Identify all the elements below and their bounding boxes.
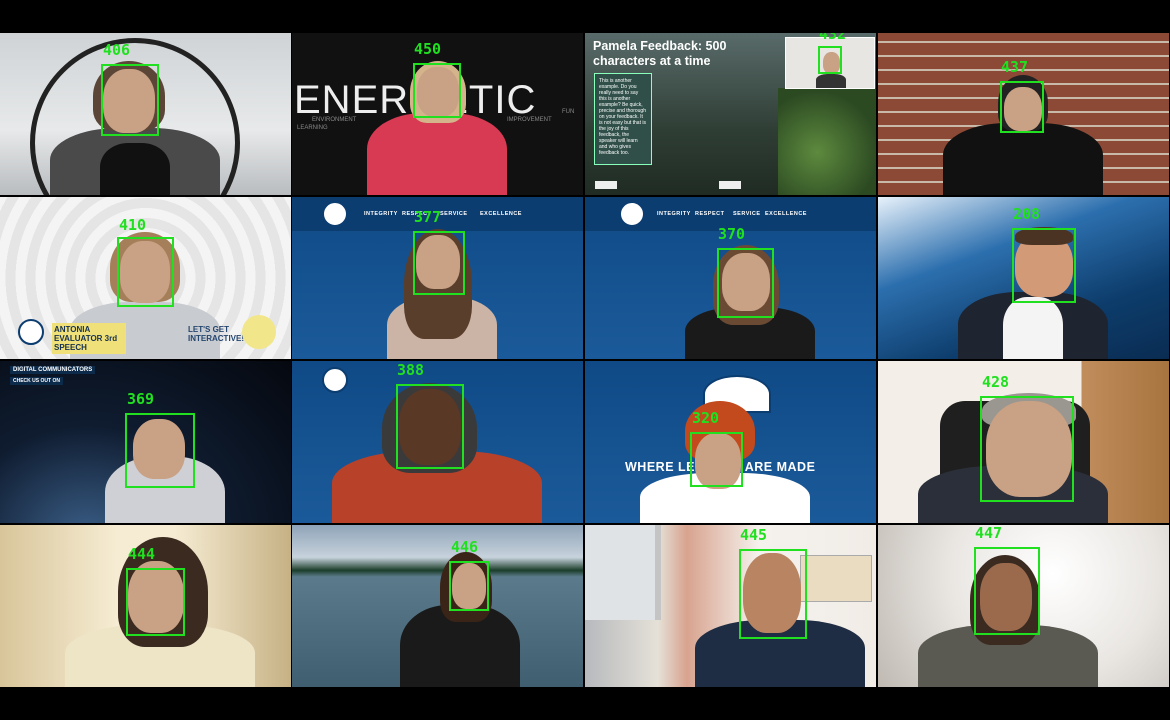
- face-box: [126, 568, 185, 636]
- participant-tile-388[interactable]: 388: [292, 361, 583, 523]
- bulb-icon: [242, 315, 276, 349]
- participant-tile-445[interactable]: 445: [585, 525, 876, 687]
- face-box: [101, 64, 159, 136]
- participant-tile-320[interactable]: WHERE LEADERS ARE MADE 320: [585, 361, 876, 523]
- toastmasters-logo: [619, 201, 645, 227]
- face-box: [449, 561, 489, 611]
- face-box: [413, 231, 465, 295]
- face-id-label: 208: [1013, 205, 1041, 223]
- face-id-label: 320: [692, 409, 720, 427]
- face-id-label: 369: [127, 390, 155, 408]
- face-box: [413, 63, 461, 118]
- person-body: [367, 113, 507, 195]
- participant-tile-369[interactable]: DIGITAL COMMUNICATORS CHECK US OUT ON 36…: [0, 361, 291, 523]
- face-box: [980, 396, 1074, 502]
- participant-tile-444[interactable]: 444: [0, 525, 291, 687]
- face-box: [396, 384, 464, 469]
- face-box: [125, 413, 195, 488]
- person-body: [943, 123, 1103, 195]
- participant-tile-208[interactable]: 208: [878, 197, 1169, 359]
- face-box: [1000, 81, 1044, 133]
- face-id-label: 428: [982, 373, 1010, 391]
- face-id-label: 377: [414, 208, 442, 226]
- face-id-label: 406: [103, 41, 131, 59]
- face-id-label: 446: [451, 538, 479, 556]
- slide-button: [719, 181, 741, 189]
- participant-tile-370[interactable]: INTEGRITY RESPECT SERVICE EXCELLENCE 370: [585, 197, 876, 359]
- plant-image: [778, 88, 876, 195]
- slide-body: This is another example. Do you really n…: [594, 73, 652, 165]
- speaker-banner: ANTONIA EVALUATOR 3rd SPEECH: [52, 323, 126, 354]
- participant-tile-428[interactable]: 428: [878, 361, 1169, 523]
- video-grid: 406 ENERGETIC IMPROVEMENT FUN LEARNING E…: [0, 33, 1170, 688]
- face-id-label: 450: [414, 40, 442, 58]
- participant-tile-410[interactable]: 410 ANTONIA EVALUATOR 3rd SPEECH LET'S G…: [0, 197, 291, 359]
- slide-button: [595, 181, 617, 189]
- face-box: [717, 248, 774, 318]
- face-id-label: 447: [975, 525, 1003, 542]
- participant-tile-406[interactable]: 406: [0, 33, 291, 195]
- window-frame: [585, 525, 661, 620]
- toastmasters-logo: [322, 201, 348, 227]
- face-id-label: 437: [1001, 58, 1029, 76]
- interactive-banner: LET'S GET INTERACTIVE!: [188, 325, 244, 343]
- participant-tile-447[interactable]: 447: [878, 525, 1169, 687]
- participant-tile-432[interactable]: Pamela Feedback: 500 characters at a tim…: [585, 33, 876, 195]
- participant-tile-446[interactable]: 446: [292, 525, 583, 687]
- face-id-label: 445: [740, 526, 768, 544]
- face-id-label: 444: [128, 545, 156, 563]
- face-id-label: 410: [119, 216, 147, 234]
- face-id-label: 388: [397, 361, 425, 379]
- social-strip: CHECK US OUT ON: [10, 377, 63, 385]
- face-box: [117, 237, 174, 307]
- face-box: [739, 549, 807, 639]
- participant-tile-450[interactable]: ENERGETIC IMPROVEMENT FUN LEARNING ENVIR…: [292, 33, 583, 195]
- participant-tile-377[interactable]: INTEGRITY RESPECT SERVICE EXCELLENCE 377: [292, 197, 583, 359]
- channel-title: DIGITAL COMMUNICATORS: [10, 366, 96, 374]
- face-box: [974, 547, 1040, 635]
- wall-map: [800, 555, 872, 602]
- face-box: [818, 46, 842, 74]
- participant-tile-437[interactable]: 437: [878, 33, 1169, 195]
- face-id-label: 370: [718, 225, 746, 243]
- face-box: [690, 432, 743, 487]
- toastmasters-logo: [322, 367, 348, 393]
- slide-title: Pamela Feedback: 500 characters at a tim…: [593, 39, 727, 68]
- face-box: [1012, 228, 1076, 303]
- toastmasters-logo: [18, 319, 44, 345]
- face-id-label: 432: [819, 33, 847, 43]
